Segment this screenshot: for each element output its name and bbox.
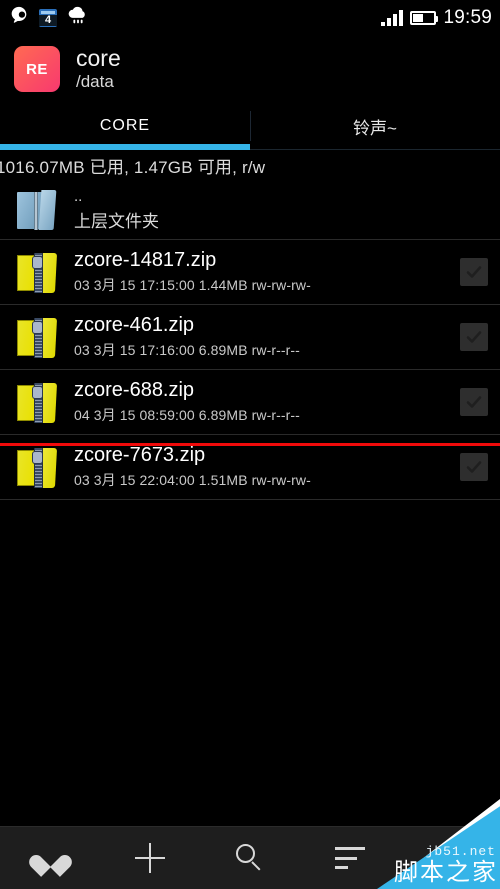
heart-icon [37,846,63,870]
calendar-icon: 4 [39,9,57,27]
parent-folder-name: .. [74,187,83,205]
file-texts: zcore-7673.zip 03 3月 15 22:04:00 1.51MB … [74,444,460,490]
checkbox-icon[interactable] [460,258,488,286]
tab-inactive-indicator [250,149,500,150]
status-bar-right-icons: 19:59 [381,0,492,36]
header-titles: core /data [76,46,121,91]
status-bar: 4 19:59 [0,0,500,36]
tab-bar: CORE 铃声~ [0,102,500,150]
favorite-button[interactable] [19,827,81,889]
sort-button[interactable] [319,827,381,889]
zip-folder-icon [10,316,62,358]
calendar-day: 4 [39,15,57,26]
breadcrumb-path: /data [76,72,114,92]
file-meta: 04 3月 15 08:59:00 6.89MB rw-r--r-- [74,406,300,423]
bottom-toolbar [0,826,500,889]
add-button[interactable] [119,827,181,889]
signal-icon [381,10,404,26]
blue-folder-icon [10,189,62,231]
app-icon[interactable]: RE [14,46,60,92]
file-meta: 03 3月 15 17:16:00 6.89MB rw-r--r-- [74,341,300,358]
qq-icon [8,5,30,32]
table-row[interactable]: zcore-461.zip 03 3月 15 17:16:00 6.89MB r… [0,305,500,370]
status-bar-left-icons: 4 [8,5,90,32]
tab-core[interactable]: CORE [0,102,250,150]
app-icon-label: RE [26,60,48,78]
x-icon [437,845,463,871]
battery-icon [410,11,439,25]
annotation-line [0,443,500,446]
tab-ringtone[interactable]: 铃声~ [250,102,500,150]
table-row[interactable]: zcore-688.zip 04 3月 15 08:59:00 6.89MB r… [0,370,500,435]
file-meta: 03 3月 15 22:04:00 1.51MB rw-rw-rw- [74,471,311,488]
file-name: zcore-7673.zip [74,444,206,467]
file-list: .. 上层文件夹 zcore-14817.zip 03 3月 15 17:15:… [0,181,500,500]
file-texts: zcore-688.zip 04 3月 15 08:59:00 6.89MB r… [74,379,460,425]
zip-folder-icon [10,381,62,423]
file-name: zcore-14817.zip [74,249,217,272]
checkbox-icon[interactable] [460,388,488,416]
table-row[interactable]: zcore-14817.zip 03 3月 15 17:15:00 1.44MB… [0,240,500,305]
file-name: zcore-688.zip [74,379,195,402]
parent-folder-texts: .. 上层文件夹 [74,189,488,232]
file-texts: zcore-14817.zip 03 3月 15 17:15:00 1.44MB… [74,249,460,295]
app-header: RE core /data [0,36,500,102]
tab-active-indicator [0,144,250,150]
zip-folder-icon [10,251,62,293]
weather-rain-icon [66,5,90,32]
checkbox-icon[interactable] [460,453,488,481]
search-button[interactable] [219,827,281,889]
checkbox-icon[interactable] [460,323,488,351]
parent-folder-desc: 上层文件夹 [74,211,159,231]
plus-icon [135,843,165,873]
file-texts: zcore-461.zip 03 3月 15 17:16:00 6.89MB r… [74,314,460,360]
list-item-parent-folder[interactable]: .. 上层文件夹 [0,181,500,240]
search-icon [236,844,264,872]
page-title: core [76,45,121,72]
close-button[interactable] [419,827,481,889]
status-bar-clock: 19:59 [443,7,492,28]
file-name: zcore-461.zip [74,314,195,337]
zip-folder-icon [10,446,62,488]
sort-icon [335,847,365,869]
storage-info: 1016.07MB 已用, 1.47GB 可用, r/w [0,158,266,177]
file-meta: 03 3月 15 17:15:00 1.44MB rw-rw-rw- [74,276,311,293]
